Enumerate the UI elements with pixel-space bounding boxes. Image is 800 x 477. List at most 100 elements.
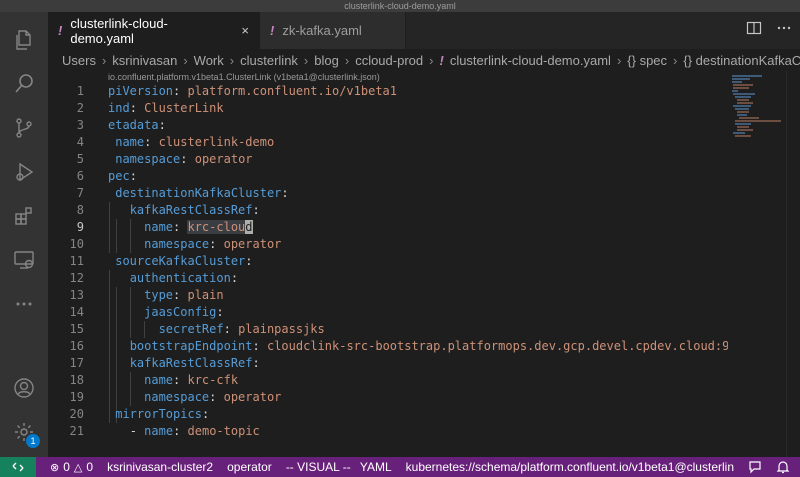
remote-indicator[interactable]	[0, 457, 36, 477]
minimap[interactable]	[728, 71, 786, 457]
code-line: 2 ind: ClusterLink	[48, 100, 728, 117]
text-cursor: d	[245, 220, 253, 234]
more-icon[interactable]	[0, 282, 48, 326]
code-line: 16 bootstrapEndpoint: cloudclink-src-boo…	[48, 338, 751, 355]
tab-clusterlink-cloud-demo[interactable]: ! clusterlink-cloud-demo.yaml ×	[48, 12, 260, 49]
yaml-value: demo-topic	[187, 424, 260, 438]
yaml-key: namespace	[115, 152, 181, 166]
line-number: 16	[69, 339, 84, 353]
code-line: 1 piVersion: platform.confluent.io/v1beta…	[48, 83, 728, 100]
yaml-key: destinationKafkaCluster	[115, 186, 282, 200]
vertical-scrollbar[interactable]	[786, 71, 800, 457]
minimap-line	[737, 126, 749, 128]
kube-context[interactable]: ksrinivasan-cluster2	[107, 460, 213, 474]
breadcrumb-item[interactable]: clusterlink	[240, 53, 298, 68]
yaml-key: kafkaRestClassRef	[129, 203, 253, 217]
yaml-schema[interactable]: kubernetes://schema/platform.confluent.i…	[406, 460, 734, 474]
line-number: 8	[76, 203, 84, 217]
yaml-key: kafkaRestClassRef	[129, 356, 253, 370]
schema-codelens[interactable]: io.confluent.platform.v1beta1.ClusterLin…	[108, 72, 380, 82]
yaml-file-icon: !	[270, 23, 275, 38]
vim-mode: -- VISUAL --	[285, 460, 351, 474]
yaml-value: ClusterLink	[144, 101, 224, 115]
yaml-key: name	[115, 135, 145, 149]
yaml-value: clusterlink-demo	[158, 135, 275, 149]
explorer-icon[interactable]	[0, 18, 48, 62]
manage-badge: 1	[26, 434, 40, 448]
yaml-key: pec	[108, 169, 130, 183]
error-icon: ⊗	[50, 461, 60, 474]
tab-zk-kafka[interactable]: ! zk-kafka.yaml	[260, 12, 406, 49]
breadcrumb-item[interactable]: Users	[62, 53, 96, 68]
minimap-line	[732, 81, 742, 83]
yaml-value: operator	[223, 390, 282, 404]
minimap-line	[733, 84, 753, 86]
breadcrumb-file[interactable]: clusterlink-cloud-demo.yaml	[450, 53, 611, 68]
notifications-bell-icon[interactable]	[776, 460, 790, 474]
chevron-right-icon: ›	[616, 52, 622, 68]
minimap-line	[732, 75, 762, 77]
search-icon[interactable]	[0, 62, 48, 106]
breadcrumb-symbol[interactable]: {} spec	[627, 53, 667, 68]
line-number: 6	[76, 169, 84, 183]
code-editor[interactable]: 1 piVersion: platform.confluent.io/v1beta…	[48, 83, 751, 457]
yaml-key: mirrorTopics	[115, 407, 202, 421]
selected-text: krc-clou	[187, 220, 246, 234]
breadcrumb-item[interactable]: blog	[314, 53, 339, 68]
tab-bar: ! clusterlink-cloud-demo.yaml × ! zk-kaf…	[48, 12, 800, 49]
yaml-file-icon: !	[439, 52, 444, 68]
line-number: 21	[69, 424, 84, 438]
line-number: 5	[76, 152, 84, 166]
yaml-key: bootstrapEndpoint	[129, 339, 253, 353]
code-line: 19 namespace: operator	[48, 389, 728, 406]
chevron-right-icon: ›	[673, 52, 678, 68]
minimap-line	[735, 123, 751, 125]
yaml-key: jaasConfig	[144, 305, 217, 319]
code-line: 18 name: krc-cfk	[48, 372, 728, 389]
account-icon[interactable]	[0, 366, 48, 410]
minimap-line	[732, 78, 750, 80]
warning-icon: △	[73, 461, 83, 474]
chevron-right-icon: ›	[344, 52, 350, 68]
extensions-icon[interactable]	[0, 194, 48, 238]
code-line: 8 kafkaRestClassRef:	[48, 202, 728, 219]
breadcrumb-item[interactable]: ccloud-prod	[355, 53, 423, 68]
minimap-line	[737, 114, 747, 116]
more-actions-icon[interactable]	[776, 20, 792, 41]
yaml-key: ind	[108, 101, 130, 115]
chevron-right-icon: ›	[429, 52, 434, 68]
activity-bar: 1	[0, 12, 48, 457]
kube-namespace[interactable]: operator	[227, 460, 272, 474]
source-control-icon[interactable]	[0, 106, 48, 150]
code-line: 4 name: clusterlink-demo	[48, 134, 728, 151]
line-number: 7	[76, 186, 84, 200]
close-icon[interactable]: ×	[241, 23, 249, 38]
minimap-line	[733, 87, 749, 89]
yaml-key: name	[144, 373, 174, 387]
minimap-line	[737, 129, 753, 131]
line-number: 10	[69, 237, 84, 251]
language-mode[interactable]: YAML	[360, 460, 392, 474]
minimap-line	[733, 132, 745, 134]
line-number: 15	[69, 322, 84, 336]
yaml-key: name	[144, 220, 174, 234]
feedback-icon[interactable]	[748, 460, 762, 474]
yaml-value: operator	[194, 152, 253, 166]
problems-indicator[interactable]: ⊗ 0 △ 0	[50, 460, 93, 474]
error-count: 0	[63, 460, 70, 474]
yaml-key: piVersion	[108, 84, 174, 98]
breadcrumb: Users › ksrinivasan › Work › clusterlink › b…	[48, 49, 800, 71]
manage-gear-icon[interactable]: 1	[0, 410, 48, 454]
split-editor-icon[interactable]	[746, 20, 762, 41]
breadcrumb-item[interactable]: Work	[194, 53, 224, 68]
breadcrumb-symbol[interactable]: {} destinationKafkaClus	[683, 53, 800, 68]
remote-explorer-icon[interactable]	[0, 238, 48, 282]
editor-actions	[746, 12, 792, 49]
list-dash: -	[129, 424, 137, 438]
run-debug-icon[interactable]	[0, 150, 48, 194]
code-line: 11 sourceKafkaCluster:	[48, 253, 728, 270]
breadcrumb-item[interactable]: ksrinivasan	[112, 53, 177, 68]
code-line: 3 etadata:	[48, 117, 728, 134]
code-line: 12 authentication:	[48, 270, 728, 287]
yaml-file-icon: !	[58, 23, 63, 38]
